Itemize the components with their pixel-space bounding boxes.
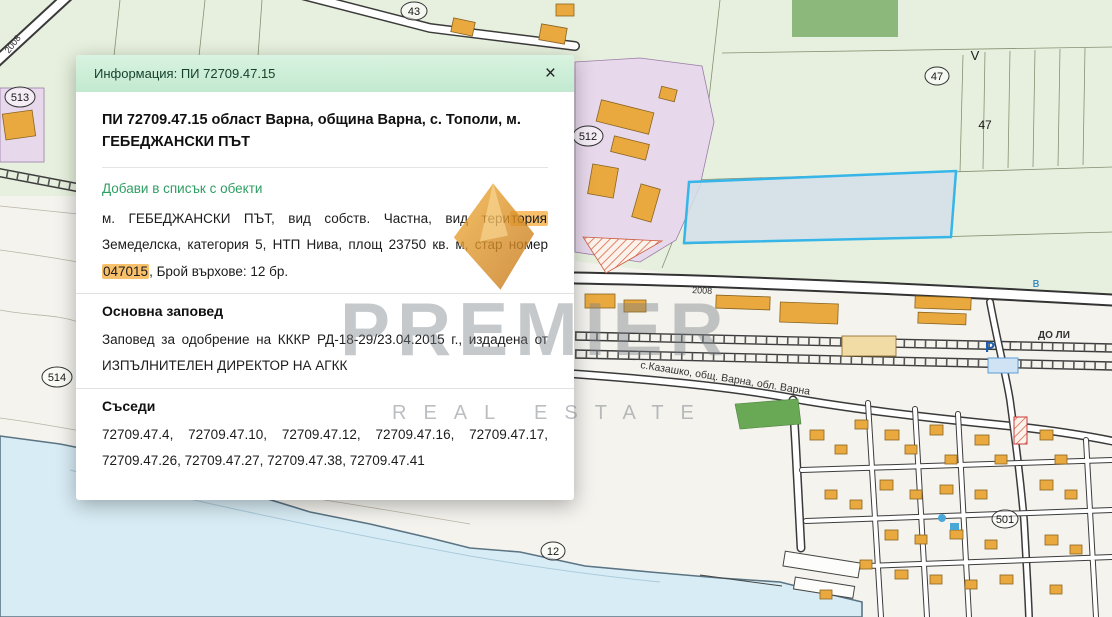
parcel-label-43: 43 xyxy=(401,2,427,20)
parcel-title: ПИ 72709.47.15 област Варна, община Варн… xyxy=(102,109,548,168)
add-to-list-link[interactable]: Добави в списък с обекти xyxy=(102,181,262,196)
popup-body: ПИ 72709.47.15 област Варна, община Варн… xyxy=(76,92,574,500)
water-feature-icon xyxy=(950,523,959,530)
parcel-label-12: 12 xyxy=(541,542,565,560)
popup-header-title: Информация: ПИ 72709.47.15 xyxy=(94,66,275,81)
parcel-label-512: 512 xyxy=(573,126,603,146)
info-text-highlight: тория xyxy=(510,211,548,226)
map-callout-box xyxy=(988,358,1018,373)
parcel-label-47: 47 xyxy=(978,118,992,132)
parcel-label-501: 501 xyxy=(992,510,1018,528)
svg-text:43: 43 xyxy=(408,6,420,18)
neighbors-text: 72709.47.4, 72709.47.10, 72709.47.12, 72… xyxy=(102,422,548,475)
info-text-part: , Брой върхове: 12 бр. xyxy=(149,264,288,279)
svg-text:514: 514 xyxy=(48,372,66,384)
order-text: Заповед за одобрение на КККР РД-18-29/23… xyxy=(102,327,548,380)
selected-parcel[interactable] xyxy=(684,171,956,243)
road-label-2008-main: 2008 xyxy=(692,285,713,296)
parcel-info-text: м. ГЕБЕДЖАНСКИ ПЪТ, вид собств. Частна, … xyxy=(102,206,548,285)
quarter-label-v: V xyxy=(971,48,980,63)
svg-text:47: 47 xyxy=(931,71,943,83)
info-text-part: м. ГЕБЕДЖАНСКИ ПЪТ, вид собств. Частна, … xyxy=(102,211,510,226)
destination-label: ДО ЛИ xyxy=(1038,330,1070,341)
neighbors-section-header: Съседи xyxy=(76,388,574,414)
info-text-part: Земеделска, категория 5, НТП Нива, площ … xyxy=(102,237,548,252)
svg-text:501: 501 xyxy=(996,514,1014,526)
parcel-label-514: 514 xyxy=(42,367,72,387)
parcel-label-513: 513 xyxy=(5,87,35,107)
svg-text:12: 12 xyxy=(547,546,559,558)
marker-label-v: в xyxy=(1033,275,1040,290)
svg-text:513: 513 xyxy=(11,92,29,104)
info-popup: Информация: ПИ 72709.47.15 × ПИ 72709.47… xyxy=(76,55,574,500)
close-button[interactable]: × xyxy=(541,62,560,85)
order-section-header: Основна заповед xyxy=(76,293,574,319)
app-window: Р 43 513 512 47 xyxy=(0,0,1112,617)
water-feature-icon xyxy=(938,514,946,522)
popup-header: Информация: ПИ 72709.47.15 × xyxy=(76,55,574,92)
parking-icon: Р xyxy=(985,339,995,356)
svg-text:512: 512 xyxy=(579,131,597,143)
parcel-label-47-circled: 47 xyxy=(925,67,949,85)
info-text-highlight: 047015 xyxy=(102,264,149,279)
park-area xyxy=(735,399,801,429)
